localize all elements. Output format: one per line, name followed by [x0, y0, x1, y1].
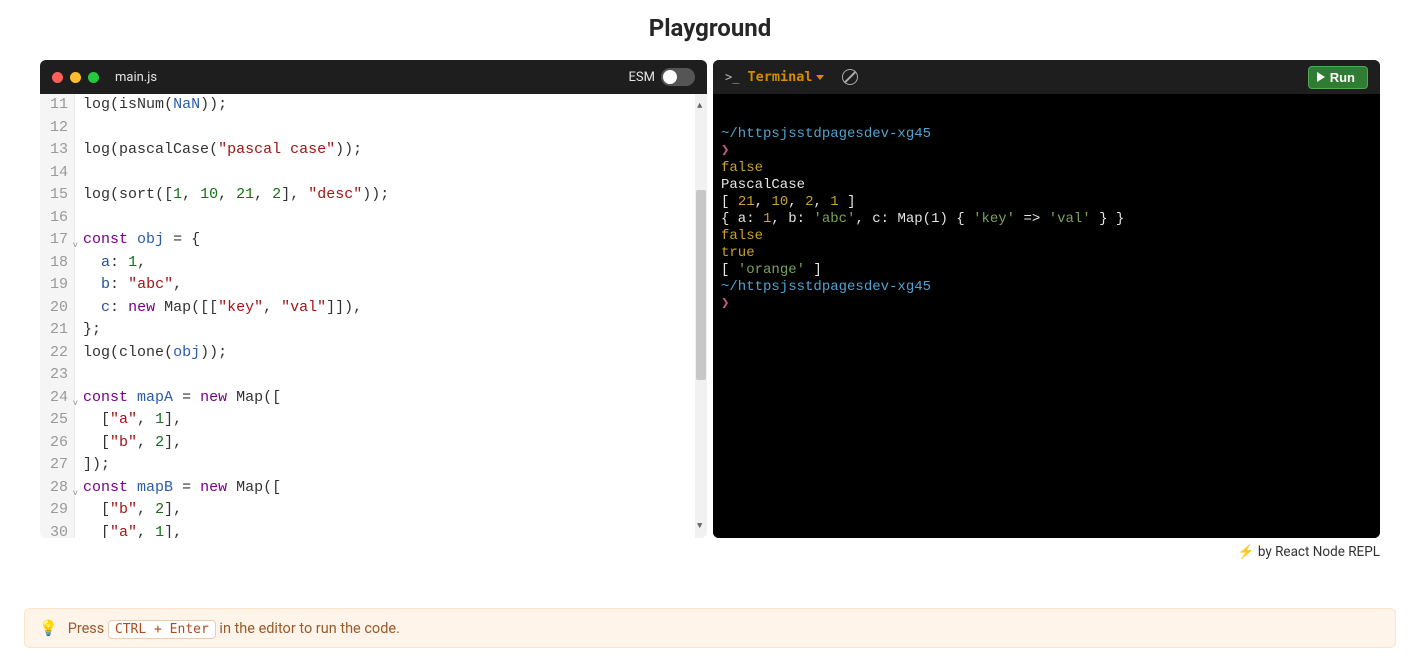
fold-icon[interactable]: ˅ — [73, 235, 78, 258]
prompt-icon: >_ — [725, 70, 739, 84]
credit-name: React Node REPL — [1275, 544, 1380, 560]
esm-toggle-group: ESM — [629, 68, 695, 86]
page-title: Playground — [0, 0, 1420, 60]
line-gutter: 11121314151617˅18192021222324˅25262728˅2… — [40, 94, 75, 538]
esm-label: ESM — [629, 70, 655, 85]
run-button-label: Run — [1330, 70, 1355, 85]
terminal-dropdown[interactable]: Terminal — [747, 69, 824, 85]
esm-toggle[interactable] — [661, 68, 695, 86]
tip-callout: 💡 Press CTRL + Enter in the editor to ru… — [24, 608, 1396, 648]
filename-label: main.js — [115, 70, 157, 85]
minimize-icon[interactable] — [70, 72, 81, 83]
editor-panel: main.js ESM 11121314151617˅1819202122232… — [40, 60, 707, 538]
credit-prefix: by — [1258, 544, 1272, 560]
bulb-icon: 💡 — [39, 619, 58, 637]
credit-line: ⚡ by React Node REPL — [0, 538, 1420, 560]
play-icon — [1317, 72, 1325, 82]
clear-icon[interactable] — [842, 69, 858, 85]
workspace: main.js ESM 11121314151617˅1819202122232… — [0, 60, 1420, 538]
tip-suffix: in the editor to run the code. — [219, 620, 399, 637]
terminal-panel: >_ Terminal Run ~/httpsjsstdpagesdev-xg4… — [713, 60, 1380, 538]
terminal-header: >_ Terminal Run — [713, 60, 1380, 94]
code-editor[interactable]: 11121314151617˅18192021222324˅25262728˅2… — [40, 94, 707, 538]
chevron-down-icon — [816, 75, 824, 80]
fold-icon[interactable]: ˅ — [73, 393, 78, 416]
window-controls — [52, 72, 99, 83]
scrollbar-track[interactable]: ▲ ▼ — [695, 94, 707, 538]
scroll-down-icon[interactable]: ▼ — [697, 515, 702, 538]
close-icon[interactable] — [52, 72, 63, 83]
terminal-output[interactable]: ~/httpsjsstdpagesdev-xg45❯falsePascalCas… — [713, 94, 1380, 538]
editor-header: main.js ESM — [40, 60, 707, 94]
scrollbar-thumb[interactable] — [696, 190, 706, 380]
bolt-icon: ⚡ — [1238, 544, 1255, 560]
tip-kbd: CTRL + Enter — [108, 620, 216, 639]
terminal-label-text: Terminal — [747, 69, 812, 85]
fold-icon[interactable]: ˅ — [73, 483, 78, 506]
scroll-up-icon[interactable]: ▲ — [697, 95, 702, 118]
tip-prefix: Press — [68, 620, 105, 637]
maximize-icon[interactable] — [88, 72, 99, 83]
run-button[interactable]: Run — [1308, 66, 1368, 89]
code-area[interactable]: log(isNum(NaN));log(pascalCase("pascal c… — [75, 94, 707, 538]
